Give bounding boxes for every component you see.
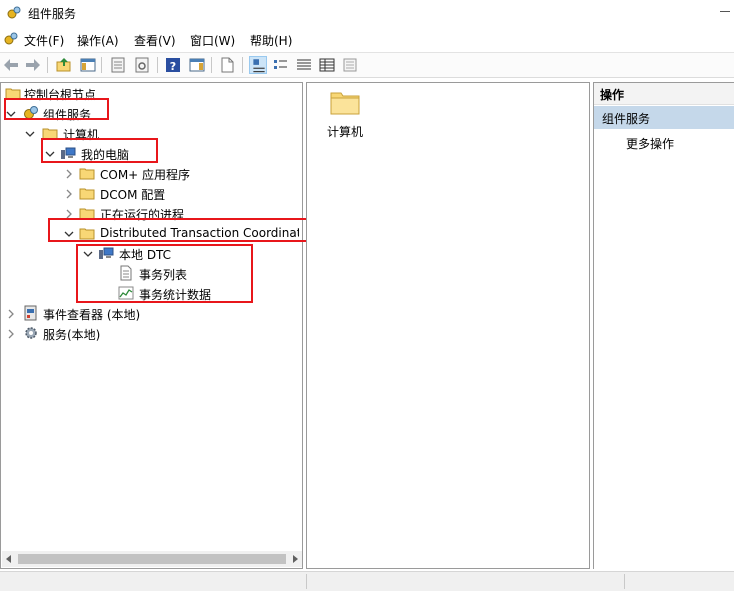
status-bar — [0, 571, 734, 591]
computer-icon — [98, 245, 114, 261]
chevron-down-icon[interactable] — [6, 109, 16, 119]
list-view-icon[interactable] — [295, 56, 313, 74]
minimize-button[interactable] — [720, 11, 730, 12]
menu-window[interactable]: 窗口(W) — [190, 32, 235, 49]
chevron-down-icon[interactable] — [45, 149, 55, 159]
chevron-right-icon[interactable] — [64, 209, 74, 219]
results-pane: 计算机 — [306, 82, 590, 569]
tree-label-root: 控制台根节点 — [24, 88, 97, 102]
tree-label-dcom-config: DCOM 配置 — [100, 188, 166, 202]
tree-label-component-services: 组件服务 — [43, 108, 92, 122]
chevron-down-icon[interactable] — [25, 129, 35, 139]
action-group-component-services[interactable]: 组件服务 — [594, 106, 734, 129]
menu-action[interactable]: 操作(A) — [77, 32, 119, 49]
tree-label-transaction-list: 事务列表 — [139, 268, 188, 282]
tree-label-services: 服务(本地) — [43, 328, 101, 342]
tree-node-running-processes[interactable]: 正在运行的进程 — [1, 203, 301, 223]
details-view-icon[interactable] — [318, 56, 336, 74]
status-divider — [624, 574, 625, 589]
folder-icon — [79, 185, 95, 201]
svg-text:?: ? — [170, 60, 176, 73]
export-list-icon[interactable] — [341, 56, 359, 74]
tree-horizontal-scrollbar[interactable] — [2, 551, 302, 567]
tree-label-dtc: Distributed Transaction Coordinator — [100, 226, 299, 240]
statistics-chart-icon — [118, 285, 134, 301]
tree-label-com-apps: COM+ 应用程序 — [100, 168, 191, 182]
properties-icon[interactable] — [109, 56, 127, 74]
chevron-down-icon[interactable] — [83, 249, 93, 259]
scrollbar-thumb[interactable] — [18, 554, 286, 564]
toolbar-separator — [101, 57, 102, 73]
menu-bar: 文件(F) 操作(A) 查看(V) 窗口(W) 帮助(H) — [0, 29, 734, 51]
tree-label-transaction-stats: 事务统计数据 — [139, 288, 212, 302]
help-icon[interactable]: ? — [164, 56, 182, 74]
back-arrow-icon[interactable] — [3, 56, 21, 74]
tree-node-local-dtc[interactable]: 本地 DTC — [1, 243, 301, 263]
tree-label-computers: 计算机 — [63, 128, 100, 142]
new-icon[interactable] — [218, 56, 236, 74]
tree-node-dcom-config[interactable]: DCOM 配置 — [1, 183, 301, 203]
toolbar: ? — [0, 52, 734, 78]
tree-node-dtc[interactable]: Distributed Transaction Coordinator — [1, 223, 301, 243]
scroll-right-arrow-icon[interactable] — [293, 555, 298, 563]
computer-icon — [60, 145, 76, 161]
system-menu-icon[interactable] — [4, 32, 18, 46]
tree-label-my-computer: 我的电脑 — [81, 148, 130, 162]
up-folder-icon[interactable] — [55, 56, 73, 74]
result-item-computers[interactable]: 计算机 — [325, 89, 365, 139]
small-icons-view-icon[interactable] — [272, 56, 290, 74]
tree-node-com-apps[interactable]: COM+ 应用程序 — [1, 163, 301, 183]
scroll-left-arrow-icon[interactable] — [6, 555, 11, 563]
component-services-icon — [23, 105, 39, 121]
tree-node-computers[interactable]: 计算机 — [1, 123, 301, 143]
refresh-icon[interactable] — [133, 56, 151, 74]
tree-node-transaction-list[interactable]: 事务列表 — [1, 263, 301, 283]
chevron-down-icon[interactable] — [64, 229, 74, 239]
menu-file[interactable]: 文件(F) — [24, 32, 64, 49]
folder-icon — [330, 89, 360, 115]
show-hide-action-icon[interactable] — [188, 56, 206, 74]
tree-node-my-computer[interactable]: 我的电脑 — [1, 143, 301, 163]
tree-node-root[interactable]: 控制台根节点 — [1, 83, 301, 103]
tree-label-event-viewer: 事件查看器 (本地) — [43, 308, 141, 322]
chevron-right-icon[interactable] — [6, 329, 16, 339]
folder-icon — [79, 225, 95, 241]
component-services-icon — [7, 6, 21, 20]
chevron-right-icon[interactable] — [6, 309, 16, 319]
folder-icon — [79, 165, 95, 181]
folder-icon — [79, 205, 95, 221]
tree-node-component-services[interactable]: 组件服务 — [1, 103, 301, 123]
menu-help[interactable]: 帮助(H) — [250, 32, 292, 49]
tree-label-running-processes: 正在运行的进程 — [100, 208, 185, 222]
more-actions-link[interactable]: 更多操作 — [626, 135, 674, 152]
tree-node-event-viewer[interactable]: 事件查看器 (本地) — [1, 303, 301, 323]
tree-label-local-dtc: 本地 DTC — [119, 248, 172, 262]
tree-node-services[interactable]: 服务(本地) — [1, 323, 301, 343]
folder-icon — [42, 125, 58, 141]
action-pane-header: 操作 — [594, 83, 734, 105]
toolbar-separator — [242, 57, 243, 73]
title-bar: 组件服务 — [0, 0, 734, 26]
show-hide-tree-icon[interactable] — [79, 56, 97, 74]
gear-icon — [23, 325, 39, 341]
status-divider — [306, 574, 307, 589]
window-title: 组件服务 — [28, 7, 77, 21]
forward-arrow-icon[interactable] — [23, 56, 41, 74]
console-tree: 控制台根节点 组件服务 计算机 我的电脑 COM+ 应用程序 DCOM 配置 正… — [0, 82, 303, 569]
chevron-right-icon[interactable] — [64, 169, 74, 179]
folder-icon — [5, 85, 21, 101]
menu-view[interactable]: 查看(V) — [134, 32, 176, 49]
list-document-icon — [118, 265, 134, 281]
event-viewer-icon — [23, 305, 39, 321]
toolbar-separator — [211, 57, 212, 73]
action-pane: 操作 组件服务 更多操作 — [593, 82, 734, 569]
large-icons-view-icon[interactable] — [249, 56, 267, 74]
toolbar-separator — [47, 57, 48, 73]
toolbar-separator — [157, 57, 158, 73]
chevron-right-icon[interactable] — [64, 189, 74, 199]
result-item-label: 计算机 — [327, 125, 364, 139]
tree-node-transaction-stats[interactable]: 事务统计数据 — [1, 283, 301, 303]
